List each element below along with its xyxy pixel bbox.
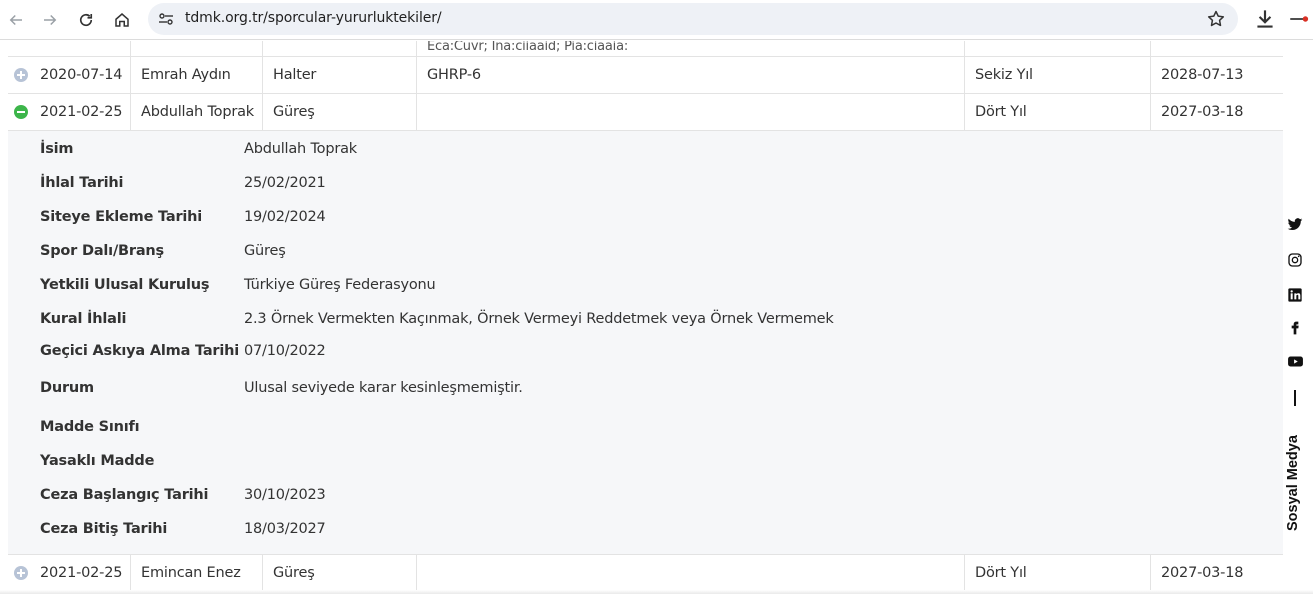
back-button[interactable] xyxy=(2,6,30,34)
bookmark-star-icon[interactable] xyxy=(1206,9,1226,29)
substance-cell: GHRP-6 xyxy=(416,57,964,93)
detail-value: Güreş xyxy=(244,243,286,259)
home-icon xyxy=(115,13,129,27)
substance-cell xyxy=(416,94,964,130)
detail-label: Madde Sınıfı xyxy=(40,419,140,435)
detail-value: Ulusal seviyede karar kesinleşmemiştir. xyxy=(244,380,523,396)
extension-icon[interactable] xyxy=(1287,6,1313,32)
url-text: tdmk.org.tr/sporcular-yururluktekiler/ xyxy=(185,10,442,26)
detail-value: 18/03/2027 xyxy=(244,521,326,537)
home-button[interactable] xyxy=(108,6,136,34)
detail-label: Kural İhlali xyxy=(40,311,127,327)
browser-toolbar: tdmk.org.tr/sporcular-yururluktekiler/ xyxy=(0,0,1313,40)
name-cell: Emincan Enez xyxy=(130,555,262,591)
table-row[interactable]: Eca:Cuvr; Ina:ciiaaid; Pia:ciaaia: xyxy=(8,41,1306,57)
detail-label: Durum xyxy=(40,380,94,396)
sport-cell: Güreş xyxy=(262,555,416,591)
download-icon[interactable] xyxy=(1252,6,1278,32)
social-media-sidebar: Sosyal Medya xyxy=(1283,41,1307,594)
table-row[interactable]: 2021-02-25 Abdullah Toprak Güreş Dört Yı… xyxy=(8,93,1306,131)
site-settings-icon[interactable] xyxy=(158,11,174,27)
detail-value: 19/02/2024 xyxy=(244,209,326,225)
arrow-left-icon xyxy=(9,14,22,26)
reload-icon xyxy=(79,13,93,27)
detail-label: İsim xyxy=(40,141,74,157)
duration-cell: Dört Yıl xyxy=(964,555,1150,591)
linkedin-icon[interactable] xyxy=(1286,286,1304,304)
date-cell: 2021-02-25 xyxy=(40,104,123,120)
name-cell: Abdullah Toprak xyxy=(130,94,262,130)
date-cell: 2020-07-14 xyxy=(40,67,123,83)
detail-value: Abdullah Toprak xyxy=(244,141,357,157)
detail-value: 30/10/2023 xyxy=(244,487,326,503)
detail-label: Yetkili Ulusal Kuruluş xyxy=(40,277,210,293)
duration-cell: Dört Yıl xyxy=(964,94,1150,130)
detail-panel: İsim Abdullah Toprak İhlal Tarihi 25/02/… xyxy=(8,131,1306,555)
detail-label: Ceza Başlangıç Tarihi xyxy=(40,487,209,503)
table-row[interactable]: 2021-02-25 Emincan Enez Güreş Dört Yıl 2… xyxy=(8,554,1306,592)
detail-value: 2.3 Örnek Vermekten Kaçınmak, Örnek Verm… xyxy=(244,311,834,327)
detail-label: İhlal Tarihi xyxy=(40,175,124,191)
detail-value: Türkiye Güreş Federasyonu xyxy=(244,277,436,293)
detail-label: Ceza Bitiş Tarihi xyxy=(40,521,168,537)
youtube-icon[interactable] xyxy=(1286,352,1304,370)
social-media-label: Sosyal Medya xyxy=(1285,435,1301,531)
date-cell: 2021-02-25 xyxy=(40,565,123,581)
substance-cell xyxy=(416,555,964,591)
detail-label: Yasaklı Madde xyxy=(40,453,155,469)
detail-value: 07/10/2022 xyxy=(244,343,326,359)
bottom-edge xyxy=(0,590,1313,594)
sidebar-divider xyxy=(1294,390,1296,406)
sport-cell: Güreş xyxy=(262,94,416,130)
detail-label: Spor Dalı/Branş xyxy=(40,243,164,259)
page-content: Eca:Cuvr; Ina:ciiaaid; Pia:ciaaia: 2020-… xyxy=(0,41,1313,594)
table-row[interactable]: 2020-07-14 Emrah Aydın Halter GHRP-6 Sek… xyxy=(8,56,1306,94)
detail-value: 25/02/2021 xyxy=(244,175,326,191)
detail-label: Siteye Ekleme Tarihi xyxy=(40,209,203,225)
duration-cell: Sekiz Yıl xyxy=(964,57,1150,93)
substance-cut-text: Eca:Cuvr; Ina:ciiaaid; Pia:ciaaia: xyxy=(427,41,629,54)
address-bar[interactable]: tdmk.org.tr/sporcular-yururluktekiler/ xyxy=(148,3,1238,35)
detail-label: Geçici Askıya Alma Tarihi xyxy=(40,343,240,359)
twitter-icon[interactable] xyxy=(1286,215,1304,233)
forward-button[interactable] xyxy=(36,6,64,34)
reload-button[interactable] xyxy=(72,6,100,34)
instagram-icon[interactable] xyxy=(1286,251,1304,269)
sport-cell: Halter xyxy=(262,57,416,93)
name-cell: Emrah Aydın xyxy=(130,57,262,93)
arrow-right-icon xyxy=(44,14,57,26)
facebook-icon[interactable] xyxy=(1286,318,1304,336)
